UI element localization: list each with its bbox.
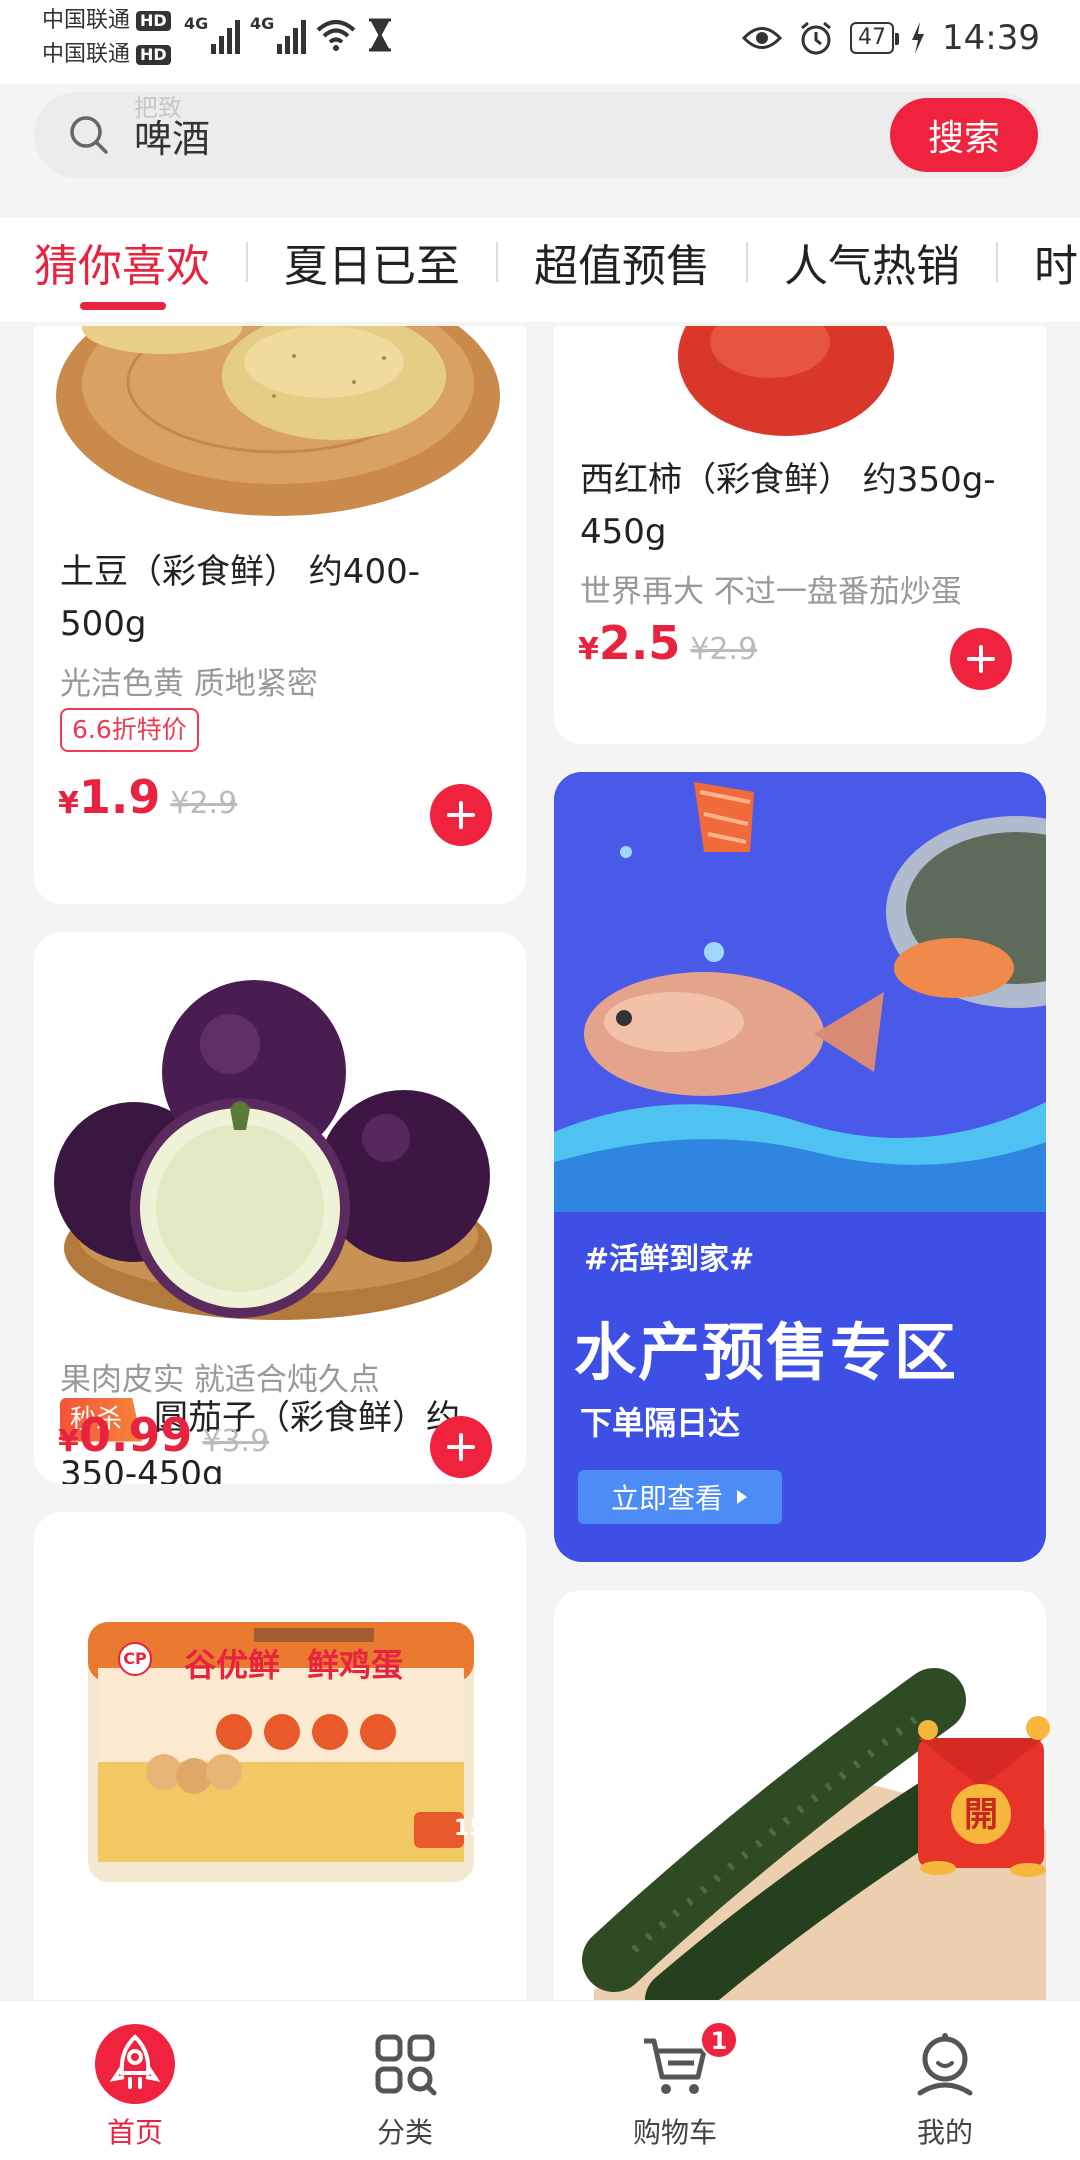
nav-home[interactable]: 首页 (0, 2001, 270, 2160)
eggplant-image (54, 980, 492, 1320)
current-price: 1.9 (78, 770, 161, 824)
user-profile-icon (917, 2033, 973, 2096)
current-price: 2.5 (598, 616, 681, 670)
seafood-presale-banner[interactable]: #活鲜到家# 水产预售专区 下单隔日达 立即查看 (554, 772, 1046, 1562)
egg-brand-name: 谷优鲜 鲜鸡蛋 (184, 1640, 403, 1686)
search-bar: 把致 搜索 (34, 92, 1042, 178)
red-envelope-icon[interactable]: 開 (898, 1708, 1064, 1878)
original-price: ¥2.9 (690, 632, 758, 667)
carrier-2-label: 中国联通 (42, 42, 131, 67)
carrier-2: 中国联通 HD (42, 44, 171, 66)
add-to-cart-button[interactable] (430, 1416, 492, 1478)
add-to-cart-button[interactable] (950, 628, 1012, 690)
bottom-nav: 首页 分类 购物车 1 我的 (0, 2000, 1080, 2160)
hd-badge: HD (136, 11, 171, 31)
view-now-label: 立即查看 (610, 1482, 723, 1515)
product-subtitle: 果肉皮实 就适合炖久点 (60, 1362, 380, 1398)
search-input[interactable] (134, 110, 754, 160)
nav-profile[interactable]: 我的 (810, 2001, 1080, 2160)
currency-symbol: ¥ (578, 632, 599, 667)
currency-symbol: ¥ (58, 786, 79, 821)
nav-home-label: 首页 (106, 2116, 163, 2149)
hd-badge: HD (136, 45, 171, 65)
search-icon (70, 116, 108, 154)
view-now-button[interactable]: 立即查看 (578, 1470, 782, 1524)
status-bar: 中国联通 HD 中国联通 HD 4G 4G 47 14:39 (0, 0, 1080, 84)
tomato-image (678, 326, 894, 436)
carrier-1-label: 中国联通 (42, 8, 131, 33)
nav-category-label: 分类 (376, 2116, 433, 2149)
nav-cart[interactable]: 购物车 1 (540, 2001, 810, 2160)
cart-count-badge: 1 (700, 2021, 738, 2059)
nav-profile-label: 我的 (916, 2116, 973, 2149)
product-card-tomato[interactable]: 西红柿（彩食鲜） 约350g-450g 世界再大 不过一盘番茄炒蛋 ¥ 2.5 … (554, 326, 1046, 744)
charging-icon (912, 22, 925, 54)
product-card-eggs[interactable]: CP 谷优鲜 鲜鸡蛋 15 (34, 1512, 526, 2000)
plus-icon (447, 1433, 475, 1461)
price: ¥ 2.5 ¥2.9 (578, 616, 757, 670)
price: ¥ 0.99 ¥3.9 (58, 1408, 269, 1462)
add-to-cart-button[interactable] (430, 784, 492, 846)
plus-icon (967, 645, 995, 673)
product-feed: 土豆（彩食鲜） 约400-500g 光洁色黄 质地紧密 6.6折特价 ¥ 1.9… (0, 326, 1080, 2000)
product-subtitle: 光洁色黄 质地紧密 (60, 666, 318, 702)
banner-subtitle: 下单隔日达 (580, 1404, 741, 1442)
hourglass-icon (369, 18, 391, 52)
signal-icon: 4G (250, 14, 307, 54)
potato-image (56, 326, 500, 516)
product-name-text: 鲜鸡蛋 (307, 1646, 404, 1684)
nav-category[interactable]: 分类 (270, 2001, 540, 2160)
egg-count: 15 (454, 1816, 485, 1841)
product-subtitle: 世界再大 不过一盘番茄炒蛋 (580, 574, 962, 610)
seafood-illustration (554, 772, 1046, 1212)
price: ¥ 1.9 ¥2.9 (58, 770, 237, 824)
wifi-icon (316, 20, 356, 51)
tab-guess-you-like[interactable]: 猜你喜欢 (0, 218, 246, 310)
battery-level: 47 (850, 22, 900, 54)
banner-title: 水产预售专区 (574, 1316, 959, 1389)
product-title: 西红柿（彩食鲜） 约350g-450g (580, 460, 996, 552)
rocket-home-icon (95, 2024, 175, 2104)
nav-cart-label: 购物车 (632, 2116, 717, 2149)
currency-symbol: ¥ (58, 1424, 79, 1459)
original-price: ¥2.9 (170, 786, 238, 821)
signal-icon: 4G (184, 14, 241, 54)
grid-category-icon (375, 2034, 437, 2096)
alarm-icon (801, 21, 831, 55)
tab-hot[interactable]: 人气热销 (748, 218, 996, 310)
original-price: ¥3.9 (202, 1424, 270, 1459)
product-title: 土豆（彩食鲜） 约400-500g (60, 552, 420, 644)
discount-tag: 6.6折特价 (60, 708, 199, 752)
tab-summer[interactable]: 夏日已至 (248, 218, 496, 310)
network-type-label: 4G (184, 14, 209, 33)
tab-presale[interactable]: 超值预售 (498, 218, 746, 310)
plus-icon (447, 801, 475, 829)
clock: 14:39 (942, 18, 1040, 58)
eye-icon (742, 27, 783, 49)
category-tabs: 猜你喜欢 夏日已至 超值预售 人气热销 时 (0, 218, 1080, 322)
product-card-potato[interactable]: 土豆（彩食鲜） 约400-500g 光洁色黄 质地紧密 6.6折特价 ¥ 1.9… (34, 326, 526, 904)
tab-more[interactable]: 时 (998, 218, 1080, 310)
carrier-1: 中国联通 HD (42, 10, 171, 32)
current-price: 0.99 (78, 1408, 193, 1462)
brand-name-text: 谷优鲜 (184, 1646, 281, 1684)
banner-hashtag: #活鲜到家# (584, 1242, 755, 1277)
network-type-label: 4G (250, 14, 275, 33)
search-button[interactable]: 搜索 (890, 98, 1038, 172)
play-arrow-icon (737, 1490, 747, 1504)
cp-brand-badge: CP (118, 1642, 152, 1676)
eggplant-card-footer: 果肉皮实 就适合炖久点 ¥ 0.99 ¥3.9 (34, 1354, 526, 1484)
status-right: 47 14:39 (742, 14, 1040, 62)
red-envelope-label: 開 (964, 1795, 998, 1835)
